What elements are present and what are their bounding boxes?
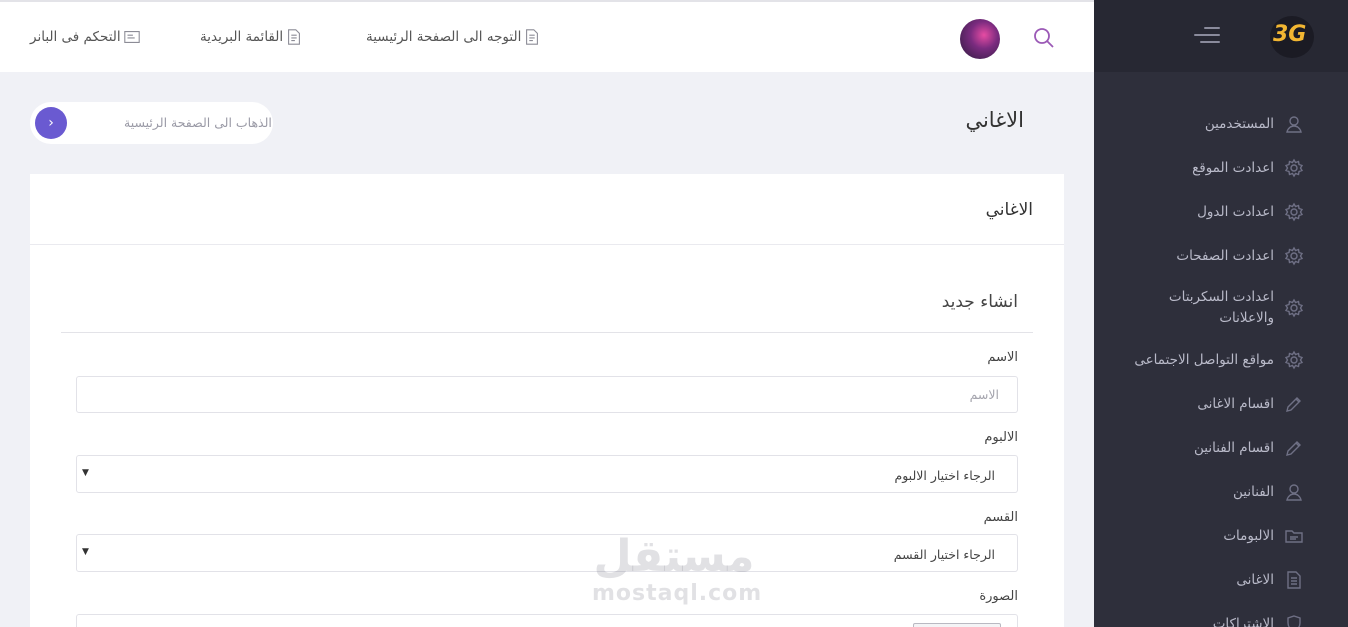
divider bbox=[61, 332, 1033, 333]
page-title: الاغاني bbox=[965, 108, 1024, 132]
sidebar-item-label: اعدادت الدول bbox=[1197, 203, 1274, 220]
album-label: الالبوم bbox=[984, 430, 1018, 445]
sidebar-item-scripts-ads[interactable]: اعدادت السكربتات والاعلانات bbox=[1094, 278, 1348, 338]
sidebar-item-label: الالبومات bbox=[1223, 527, 1274, 544]
sidebar-item-label: اقسام الفنانين bbox=[1194, 439, 1274, 456]
image-label: الصورة bbox=[979, 589, 1018, 604]
image-file-input[interactable] bbox=[76, 614, 1018, 627]
sidebar-item-site-settings[interactable]: اعدادت الموقع bbox=[1094, 146, 1348, 190]
category-select[interactable]: الرجاء اختيار القسم ▼ bbox=[76, 534, 1018, 572]
sidebar-item-label: اقسام الاغانى bbox=[1197, 395, 1274, 412]
nav-link-mailing-list[interactable]: القائمة البريدية bbox=[200, 28, 303, 46]
folder-icon bbox=[123, 31, 140, 43]
sidebar-item-label: المستخدمين bbox=[1204, 115, 1274, 132]
card-header: الاغاني bbox=[30, 174, 1064, 245]
category-label: القسم bbox=[983, 510, 1018, 525]
user-icon bbox=[1284, 114, 1304, 134]
gear-icon bbox=[1284, 202, 1304, 222]
sidebar-item-countries[interactable]: اعدادت الدول bbox=[1094, 190, 1348, 234]
document-icon bbox=[1284, 570, 1304, 590]
name-input[interactable] bbox=[76, 376, 1018, 413]
sidebar-item-artist-categories[interactable]: اقسام الفنانين bbox=[1094, 426, 1348, 470]
dropdown-arrow-icon: ▼ bbox=[82, 468, 89, 478]
sidebar-item-songs[interactable]: الاغانى bbox=[1094, 558, 1348, 602]
sidebar-menu: المستخدمين اعدادت الموقع اعدادت الدول اع… bbox=[1094, 102, 1348, 627]
sidebar-item-label: اعدادت السكربتات والاعلانات bbox=[1168, 289, 1274, 326]
pencil-icon bbox=[1284, 438, 1304, 458]
nav-link-label: التوجه الى الصفحة الرئيسية bbox=[366, 29, 522, 45]
pencil-icon bbox=[1284, 394, 1304, 414]
avatar[interactable] bbox=[960, 19, 1000, 59]
user-icon bbox=[1284, 482, 1304, 502]
name-label: الاسم bbox=[987, 350, 1018, 365]
sidebar-item-subscriptions[interactable]: الاشتراكات bbox=[1094, 602, 1348, 627]
chevron-right-icon[interactable]: › bbox=[35, 107, 67, 139]
menu-toggle-icon[interactable] bbox=[1194, 27, 1220, 47]
sidebar-item-pages[interactable]: اعدادت الصفحات bbox=[1094, 234, 1348, 278]
top-navbar: التوجه الى الصفحة الرئيسية القائمة البري… bbox=[0, 0, 1094, 72]
category-select-value: الرجاء اختيار القسم bbox=[893, 547, 995, 562]
logo[interactable]: 3G bbox=[1270, 16, 1314, 58]
gear-icon bbox=[1284, 158, 1304, 178]
sidebar-item-label: اعدادت الموقع bbox=[1192, 159, 1274, 176]
choose-file-button[interactable] bbox=[913, 623, 1001, 627]
nav-link-label: القائمة البريدية bbox=[200, 29, 284, 45]
folder-icon bbox=[1284, 526, 1304, 546]
sidebar-item-label: الاغانى bbox=[1236, 571, 1274, 588]
sidebar-item-label: الاشتراكات bbox=[1212, 615, 1274, 627]
document-icon bbox=[526, 29, 539, 45]
breadcrumb-home-link[interactable]: الذهاب الى الصفحة الرئيسية bbox=[124, 115, 272, 130]
album-select-value: الرجاء اختيار الالبوم bbox=[894, 468, 995, 483]
sidebar-header: 3G bbox=[1094, 0, 1348, 72]
sidebar-item-artists[interactable]: الفنانين bbox=[1094, 470, 1348, 514]
sidebar-item-users[interactable]: المستخدمين bbox=[1094, 102, 1348, 146]
songs-card: الاغاني انشاء جديد الاسم الالبوم الرجاء … bbox=[30, 174, 1064, 627]
gear-icon bbox=[1284, 246, 1304, 266]
nav-link-home[interactable]: التوجه الى الصفحة الرئيسية bbox=[366, 28, 541, 46]
sidebar-item-albums[interactable]: الالبومات bbox=[1094, 514, 1348, 558]
logo-text: 3G bbox=[1273, 22, 1307, 47]
shield-icon bbox=[1284, 614, 1304, 627]
search-icon[interactable] bbox=[1032, 26, 1056, 50]
section-title: انشاء جديد bbox=[941, 292, 1018, 312]
gear-icon bbox=[1284, 350, 1304, 370]
sidebar: 3G المستخدمين اعدادت الموقع اعدادت الدول… bbox=[1094, 0, 1348, 627]
nav-link-banner[interactable]: التحكم فى البانر bbox=[30, 28, 141, 46]
nav-link-label: التحكم فى البانر bbox=[30, 29, 121, 45]
sidebar-item-label: الفنانين bbox=[1233, 483, 1274, 500]
sidebar-item-label: مواقع التواصل الاجتماعى bbox=[1134, 351, 1274, 368]
gear-icon bbox=[1284, 298, 1304, 318]
sidebar-item-social[interactable]: مواقع التواصل الاجتماعى bbox=[1094, 338, 1348, 382]
album-select[interactable]: الرجاء اختيار الالبوم ▼ bbox=[76, 455, 1018, 493]
document-icon bbox=[288, 29, 301, 45]
sidebar-item-song-categories[interactable]: اقسام الاغانى bbox=[1094, 382, 1348, 426]
sidebar-item-label: اعدادت الصفحات bbox=[1176, 247, 1274, 264]
card-title: الاغاني bbox=[985, 200, 1033, 220]
dropdown-arrow-icon: ▼ bbox=[82, 547, 89, 557]
